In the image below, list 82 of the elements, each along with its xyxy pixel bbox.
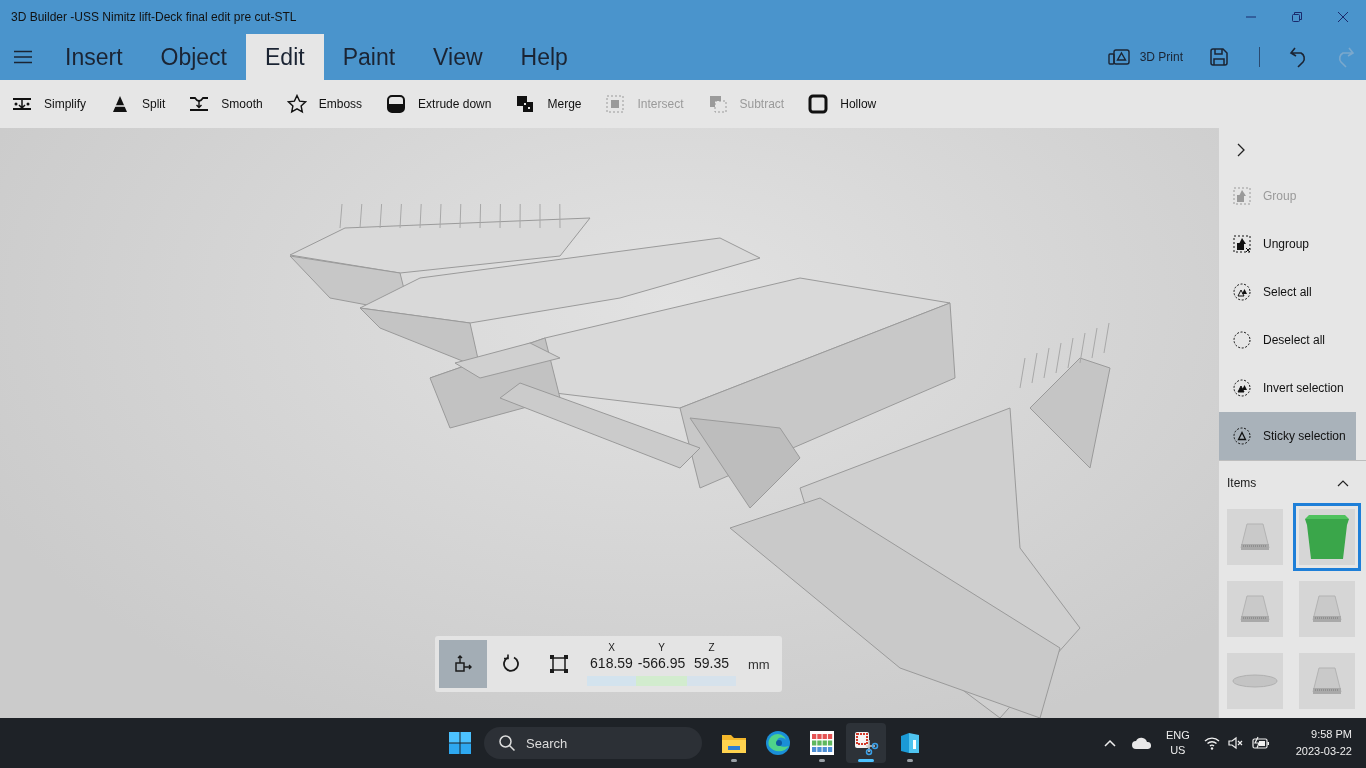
- split-icon: [110, 94, 130, 114]
- side-panel-button[interactable]: Ungroup: [1219, 220, 1356, 268]
- chevron-up-icon: [1337, 479, 1349, 487]
- ribbon-tab[interactable]: Edit: [246, 34, 324, 80]
- ribbon-tab[interactable]: View: [414, 34, 502, 80]
- taskbar-app-button[interactable]: [846, 723, 886, 763]
- side-panel-button[interactable]: Select all: [1219, 268, 1356, 316]
- close-icon: [1337, 11, 1349, 23]
- running-indicator: [731, 759, 737, 762]
- toolbar-button[interactable]: Smooth: [189, 86, 263, 122]
- clock-button[interactable]: 9:58 PM 2023-03-22: [1295, 726, 1352, 760]
- 3d-viewport[interactable]: X 618.59 Y -566.95 Z 59.35 mm: [0, 128, 1218, 718]
- side-panel-button[interactable]: Invert selection: [1219, 364, 1356, 412]
- browser-icon: [765, 730, 791, 756]
- toolbar-button[interactable]: Hollow: [808, 86, 877, 122]
- window-title: 3D Builder -USS Nimitz lift-Deck final edit pre cut-STL: [11, 10, 298, 24]
- running-indicator: [907, 759, 913, 762]
- running-indicator: [858, 759, 874, 762]
- search-icon: [498, 734, 516, 752]
- unit-label: mm: [748, 656, 770, 672]
- ribbon-tab[interactable]: Help: [501, 34, 587, 80]
- toolbar-button[interactable]: Emboss: [286, 86, 363, 122]
- items-heading: Items: [1227, 476, 1257, 490]
- toolbar-button[interactable]: Merge: [515, 86, 582, 122]
- coordinate-field[interactable]: -566.95: [637, 654, 686, 672]
- item-thumbnail[interactable]: [1299, 653, 1355, 709]
- side-panel-button[interactable]: Deselect all: [1219, 316, 1356, 364]
- deck-model-drawing: [1312, 595, 1342, 623]
- smooth-icon: [189, 94, 210, 114]
- half-filled-square-icon: [386, 94, 407, 114]
- item-thumbnail[interactable]: [1227, 581, 1283, 637]
- subtract-icon: [707, 94, 728, 114]
- scale-icon: [549, 654, 569, 674]
- deck-model-drawing: [1240, 595, 1270, 623]
- axis-label: Y: [658, 642, 665, 654]
- wifi-icon[interactable]: [1203, 736, 1220, 750]
- ribbon-tab[interactable]: Paint: [323, 34, 415, 80]
- coordinate-field[interactable]: 618.59: [590, 654, 633, 672]
- color-grid-icon: [809, 730, 835, 756]
- toolbar-button[interactable]: Simplify: [12, 86, 86, 122]
- select-all-icon: [1233, 283, 1251, 301]
- axis-label: Z: [708, 642, 715, 654]
- rotate-icon: [501, 654, 521, 674]
- toolbar-button[interactable]: Extrude down: [386, 86, 492, 122]
- deck-model-drawing: [1312, 667, 1342, 695]
- hollow-square-icon: [808, 94, 829, 114]
- deck-model-drawing: [1240, 523, 1270, 551]
- intersect-icon: [605, 94, 626, 114]
- disc-drawing: [1232, 674, 1278, 688]
- printer-icon: [1107, 48, 1130, 66]
- sticky-selection-icon: [1233, 427, 1251, 445]
- star-icon: [286, 94, 307, 114]
- running-indicator: [819, 759, 825, 762]
- axis-label: X: [608, 642, 615, 654]
- input-language-button[interactable]: ENG US: [1165, 728, 1190, 758]
- taskbar-search-button[interactable]: Search: [484, 727, 702, 759]
- move-icon: [453, 654, 473, 674]
- ribbon-tab[interactable]: Object: [141, 34, 246, 80]
- muted-speaker-icon[interactable]: [1227, 736, 1244, 750]
- 3d-print-button[interactable]: 3D Print: [1093, 34, 1197, 80]
- scissors-icon: [853, 730, 879, 756]
- item-thumbnail[interactable]: [1299, 581, 1355, 637]
- side-panel-button[interactable]: Sticky selection: [1219, 412, 1356, 460]
- ribbon-tab[interactable]: Insert: [46, 34, 142, 80]
- invert-selection-icon: [1233, 379, 1251, 397]
- ungroup-icon: [1233, 235, 1251, 253]
- chevron-up-icon: [1103, 739, 1116, 747]
- group-icon: [1233, 187, 1251, 205]
- coordinate-field[interactable]: 59.35: [693, 654, 729, 672]
- battery-charging-icon[interactable]: [1251, 736, 1270, 750]
- item-thumbnail[interactable]: [1227, 653, 1283, 709]
- block-drawing: [1304, 514, 1350, 560]
- cloud-icon[interactable]: [1131, 737, 1152, 749]
- windows-logo-icon: [448, 731, 472, 755]
- save-icon: [1209, 47, 1229, 67]
- toolbar-button[interactable]: Split: [110, 86, 166, 122]
- chevron-right-icon: [1236, 142, 1246, 158]
- item-thumbnail[interactable]: [1227, 509, 1283, 565]
- menu-icon: [14, 50, 32, 64]
- restore-icon: [1291, 11, 1303, 23]
- dashed-circle-icon: [1233, 331, 1251, 349]
- merge-icon: [515, 94, 536, 114]
